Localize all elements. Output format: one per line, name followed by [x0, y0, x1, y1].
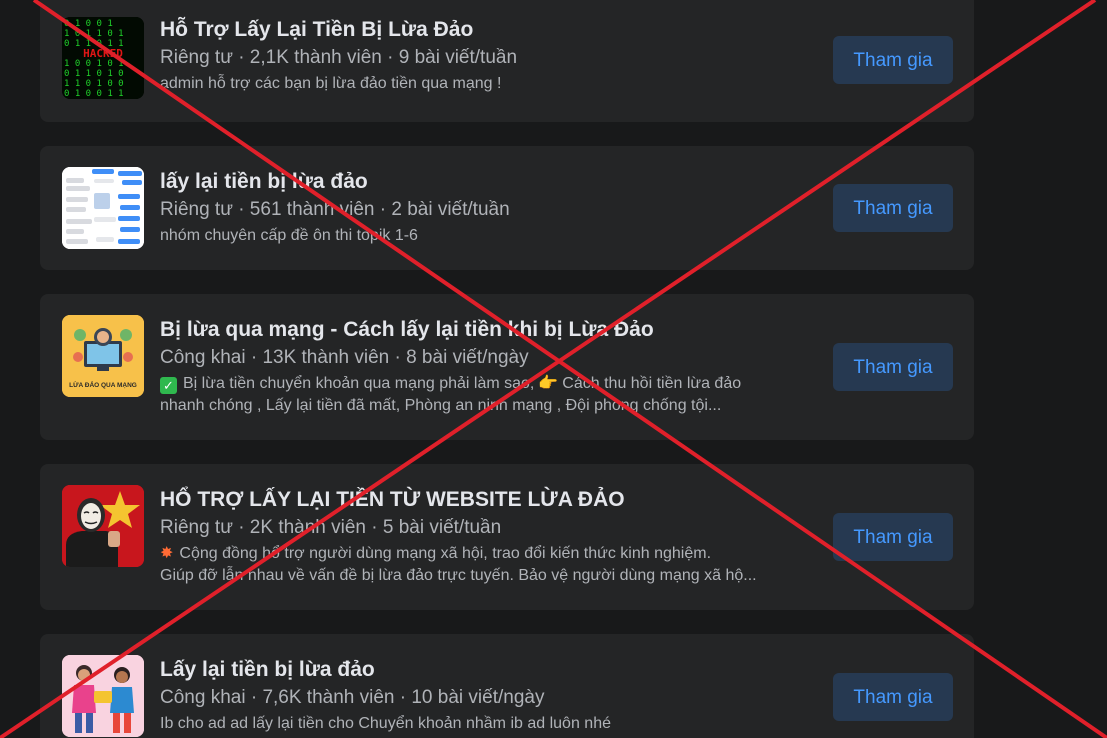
svg-text:1 0 0 1 0 1: 1 0 0 1 0 1 [64, 59, 124, 69]
group-search-results: 0 1 0 0 1 1 0 1 1 0 1 0 1 1 0 1 1 1 0 0 … [0, 0, 1107, 738]
check-mark-icon: ✓ [160, 377, 177, 394]
description-line: nhanh chóng , Lấy lại tiền đã mất, Phòng… [160, 397, 722, 414]
collision-icon: ✸ [160, 545, 174, 562]
group-card[interactable]: HỔ TRỢ LẤY LẠI TIỀN TỪ WEBSITE LỪA ĐẢO R… [40, 464, 974, 610]
group-info: Hỗ Trợ Lấy Lại Tiền Bị Lừa Đảo Riêng tư … [160, 16, 820, 95]
group-thumbnail-flag-mask[interactable] [62, 485, 144, 567]
group-info: lấy lại tiền bị lừa đảo Riêng tư · 561 t… [160, 168, 820, 247]
svg-text:1 1 0 1 0 0: 1 1 0 1 0 0 [64, 79, 124, 89]
group-meta: Riêng tư · 2K thành viên · 5 bài viết/tu… [160, 517, 502, 538]
join-button[interactable]: Tham gia [833, 36, 953, 84]
group-name[interactable]: lấy lại tiền bị lừa đảo [160, 168, 820, 196]
group-name[interactable]: Lấy lại tiền bị lừa đảo [160, 656, 820, 684]
description-line: nhóm chuyên cấp đề ôn thi topik 1-6 [160, 227, 418, 244]
group-meta: Công khai · 7,6K thành viên · 10 bài viế… [160, 687, 545, 708]
matrix-image: 0 1 0 0 1 1 0 1 1 0 1 0 1 1 0 1 1 1 0 0 … [62, 17, 144, 99]
thumb-text: HACKED [83, 47, 123, 60]
svg-text:0 1 0 0 1 1: 0 1 0 0 1 1 [64, 89, 124, 99]
svg-text:0 1 0 0 1: 0 1 0 0 1 [64, 19, 113, 29]
svg-text:1 0 1 1 0 1: 1 0 1 1 0 1 [64, 29, 124, 39]
group-card[interactable]: lấy lại tiền bị lừa đảo Riêng tư · 561 t… [40, 146, 974, 270]
group-info: Bị lừa qua mạng - Cách lấy lại tiền khi … [160, 316, 820, 417]
svg-text:0 1 1 0 1 0: 0 1 1 0 1 0 [64, 69, 124, 79]
description-line: ✸ Cộng đồng hổ trợ người dùng mạng xã hội… [160, 543, 820, 565]
join-button[interactable]: Tham gia [833, 184, 953, 232]
description-line: ✓ Bị lừa tiền chuyển khoản qua mạng phải … [160, 373, 820, 395]
description-line: admin hỗ trợ các bạn bị lừa đảo tiền qua… [160, 75, 502, 92]
thumb-text: LỪA ĐẢO QUA MẠNG [69, 380, 137, 389]
group-card[interactable]: 0 1 0 0 1 1 0 1 1 0 1 0 1 1 0 1 1 1 0 0 … [40, 0, 974, 122]
group-name[interactable]: Bị lừa qua mạng - Cách lấy lại tiền khi … [160, 316, 820, 344]
group-description: ✸ Cộng đồng hổ trợ người dùng mạng xã hội… [160, 543, 820, 587]
description-line: Giúp đỡ lẫn nhau về vấn đề bị lừa đảo tr… [160, 567, 757, 584]
group-card[interactable]: Lấy lại tiền bị lừa đảo Công khai · 7,6K… [40, 634, 974, 738]
group-meta: Riêng tư · 561 thành viên · 2 bài viết/t… [160, 199, 510, 220]
group-name[interactable]: Hỗ Trợ Lấy Lại Tiền Bị Lừa Đảo [160, 16, 820, 44]
group-meta: Công khai · 13K thành viên · 8 bài viết/… [160, 347, 529, 368]
group-description: Ib cho ad ad lấy lại tiền cho Chuyển kho… [160, 713, 820, 735]
group-thumbnail-cartoon[interactable] [62, 655, 144, 737]
scam-illustration-image: LỪA ĐẢO QUA MẠNG [62, 315, 144, 397]
group-info: HỔ TRỢ LẤY LẠI TIỀN TỪ WEBSITE LỪA ĐẢO R… [160, 486, 820, 587]
group-thumbnail-chat[interactable] [62, 167, 144, 249]
group-thumbnail-matrix[interactable]: 0 1 0 0 1 1 0 1 1 0 1 0 1 1 0 1 1 1 0 0 … [62, 17, 144, 99]
group-description: nhóm chuyên cấp đề ôn thi topik 1-6 [160, 225, 820, 247]
join-button[interactable]: Tham gia [833, 513, 953, 561]
join-button[interactable]: Tham gia [833, 343, 953, 391]
pointing-hand-icon: 👉 [538, 375, 559, 392]
group-name[interactable]: HỔ TRỢ LẤY LẠI TIỀN TỪ WEBSITE LỪA ĐẢO [160, 486, 820, 514]
cartoon-people-image [62, 655, 144, 737]
group-meta: Riêng tư · 2,1K thành viên · 9 bài viết/… [160, 47, 518, 68]
description-line: Ib cho ad ad lấy lại tiền cho Chuyển kho… [160, 715, 611, 732]
group-card[interactable]: LỪA ĐẢO QUA MẠNG Bị lừa qua mạng - Cách … [40, 294, 974, 440]
group-description: admin hỗ trợ các bạn bị lừa đảo tiền qua… [160, 73, 820, 95]
group-info: Lấy lại tiền bị lừa đảo Công khai · 7,6K… [160, 656, 820, 735]
join-button[interactable]: Tham gia [833, 673, 953, 721]
group-thumbnail-scam-illustration[interactable]: LỪA ĐẢO QUA MẠNG [62, 315, 144, 397]
chat-screenshot-image [62, 167, 144, 249]
flag-mask-image [62, 485, 144, 567]
group-description: ✓ Bị lừa tiền chuyển khoản qua mạng phải … [160, 373, 820, 417]
